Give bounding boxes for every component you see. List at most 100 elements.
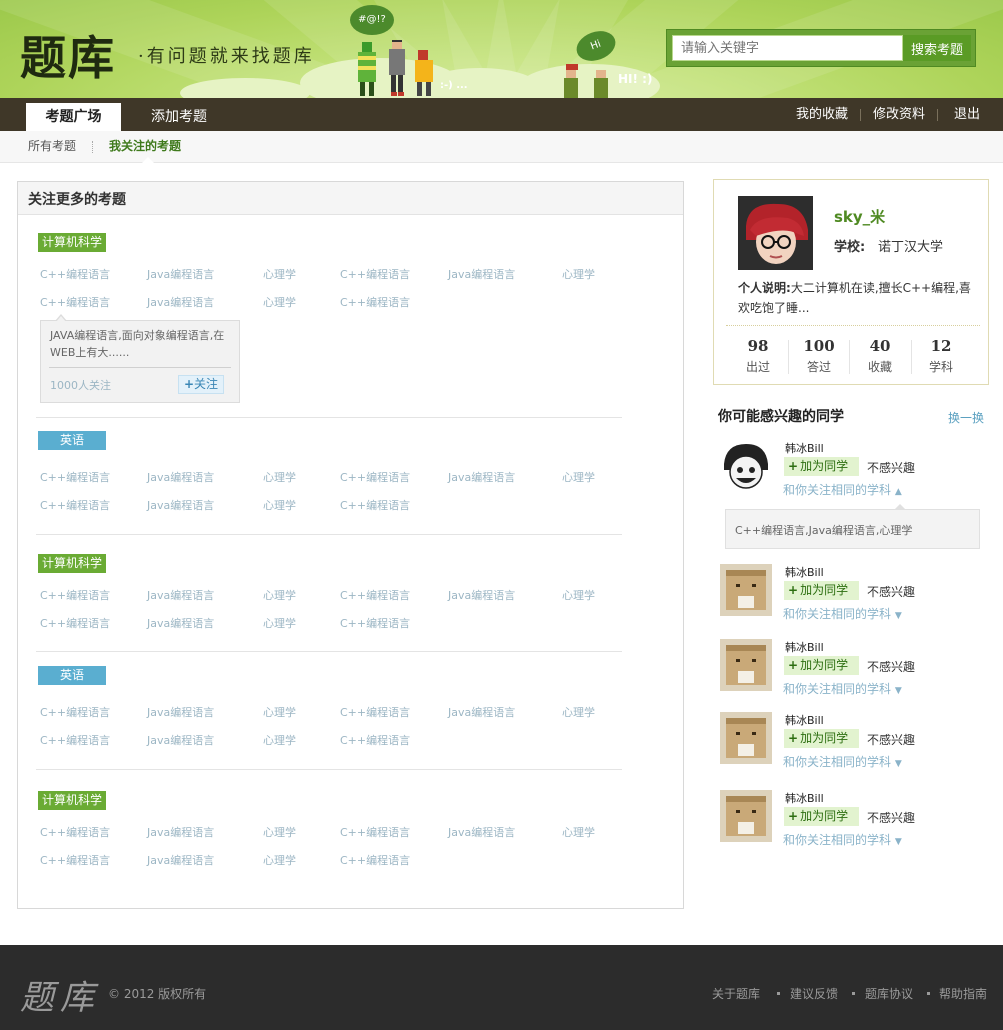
subject-link[interactable]: Java编程语言 (147, 732, 214, 748)
nav-logout[interactable]: 退出 (954, 98, 980, 131)
subject-link[interactable]: C++编程语言 (340, 615, 410, 631)
subject-link[interactable]: Java编程语言 (448, 587, 515, 603)
subject-link[interactable]: 心理学 (263, 469, 296, 485)
subject-link[interactable]: 心理学 (562, 824, 595, 840)
subject-link[interactable]: C++编程语言 (340, 704, 410, 720)
avatar[interactable] (720, 564, 772, 616)
subnav-all-questions[interactable]: 所有考题 (28, 131, 76, 161)
subject-link[interactable]: C++编程语言 (340, 824, 410, 840)
same-subject-toggle[interactable]: 和你关注相同的学科 ▲ (783, 481, 902, 498)
subject-link[interactable]: Java编程语言 (448, 704, 515, 720)
subject-link[interactable]: C++编程语言 (340, 587, 410, 603)
recommend-user-name[interactable]: 韩冰Bill (785, 564, 824, 580)
add-classmate-button[interactable]: + 加为同学 (784, 457, 859, 476)
subject-link[interactable]: 心理学 (263, 587, 296, 603)
same-subject-toggle[interactable]: 和你关注相同的学科 ▼ (783, 831, 902, 848)
subject-link[interactable]: C++编程语言 (40, 732, 110, 748)
add-classmate-button[interactable]: + 加为同学 (784, 581, 859, 600)
subject-link[interactable]: Java编程语言 (147, 469, 214, 485)
avatar[interactable] (720, 790, 772, 842)
subject-link[interactable]: 心理学 (263, 294, 296, 310)
follow-button[interactable]: +关注 (178, 375, 224, 394)
nav-edit-profile[interactable]: 修改资料 (873, 98, 925, 131)
subject-link[interactable]: C++编程语言 (340, 469, 410, 485)
subject-link[interactable]: C++编程语言 (340, 266, 410, 282)
search-button[interactable]: 搜索考题 (903, 35, 971, 61)
same-subject-toggle[interactable]: 和你关注相同的学科 ▼ (783, 680, 902, 697)
site-logo[interactable]: 题库 (20, 22, 116, 88)
subject-link[interactable]: 心理学 (562, 587, 595, 603)
refresh-link[interactable]: 换一换 (948, 409, 984, 426)
footer-link-feedback[interactable]: 建议反馈 (790, 985, 838, 1002)
not-interested-link[interactable]: 不感兴趣 (867, 459, 915, 476)
avatar[interactable] (720, 639, 772, 691)
profile-username[interactable]: sky_米 (834, 206, 885, 227)
category-tag[interactable]: 英语 (38, 431, 106, 450)
recommend-user-name[interactable]: 韩冰Bill (785, 790, 824, 806)
avatar[interactable] (720, 712, 772, 764)
subject-link[interactable]: 心理学 (263, 732, 296, 748)
not-interested-link[interactable]: 不感兴趣 (867, 583, 915, 600)
subject-link[interactable]: 心理学 (263, 824, 296, 840)
category-tag[interactable]: 计算机科学 (38, 554, 106, 573)
subject-link[interactable]: Java编程语言 (147, 497, 214, 513)
not-interested-link[interactable]: 不感兴趣 (867, 658, 915, 675)
same-subject-toggle[interactable]: 和你关注相同的学科 ▼ (783, 605, 902, 622)
subject-link[interactable]: C++编程语言 (40, 497, 110, 513)
subject-link[interactable]: 心理学 (263, 497, 296, 513)
subject-link[interactable]: C++编程语言 (40, 587, 110, 603)
stat-subjects[interactable]: 12 学科 (911, 337, 971, 375)
stat-favorites[interactable]: 40 收藏 (850, 337, 910, 375)
subject-link[interactable]: C++编程语言 (340, 294, 410, 310)
subject-link[interactable]: Java编程语言 (147, 824, 214, 840)
subject-link[interactable]: C++编程语言 (40, 294, 110, 310)
subject-link[interactable]: Java编程语言 (448, 469, 515, 485)
subject-link[interactable]: 心理学 (562, 266, 595, 282)
stat-answered[interactable]: 100 答过 (789, 337, 849, 375)
subject-link[interactable]: 心理学 (562, 704, 595, 720)
recommend-user-name[interactable]: 韩冰Bill (785, 639, 824, 655)
subject-link[interactable]: 心理学 (263, 704, 296, 720)
subject-link[interactable]: Java编程语言 (147, 266, 214, 282)
subject-link[interactable]: C++编程语言 (40, 852, 110, 868)
recommend-user-name[interactable]: 韩冰Bill (785, 712, 824, 728)
subject-link[interactable]: Java编程语言 (147, 615, 214, 631)
footer-link-agreement[interactable]: 题库协议 (865, 985, 913, 1002)
subject-link[interactable]: Java编程语言 (448, 266, 515, 282)
subject-link[interactable]: Java编程语言 (147, 294, 214, 310)
subject-link[interactable]: C++编程语言 (40, 266, 110, 282)
footer-link-about[interactable]: 关于题库 (712, 985, 760, 1002)
subject-link[interactable]: Java编程语言 (147, 587, 214, 603)
subject-link[interactable]: 心理学 (562, 469, 595, 485)
add-classmate-button[interactable]: + 加为同学 (784, 807, 859, 826)
subject-link[interactable]: Java编程语言 (147, 704, 214, 720)
add-classmate-button[interactable]: + 加为同学 (784, 729, 859, 748)
subject-link[interactable]: C++编程语言 (340, 497, 410, 513)
recommend-user-name[interactable]: 韩冰Bill (785, 440, 824, 456)
subject-link[interactable]: C++编程语言 (340, 852, 410, 868)
category-tag[interactable]: 计算机科学 (38, 233, 106, 252)
subject-link[interactable]: C++编程语言 (40, 469, 110, 485)
subject-link[interactable]: C++编程语言 (40, 615, 110, 631)
footer-logo[interactable]: 题库 (20, 970, 100, 1019)
category-tag[interactable]: 英语 (38, 666, 106, 685)
subject-link[interactable]: Java编程语言 (448, 824, 515, 840)
avatar[interactable] (720, 440, 772, 492)
subject-link[interactable]: C++编程语言 (340, 732, 410, 748)
subject-link[interactable]: 心理学 (263, 852, 296, 868)
footer-link-help[interactable]: 帮助指南 (939, 985, 987, 1002)
add-classmate-button[interactable]: + 加为同学 (784, 656, 859, 675)
search-input[interactable] (672, 35, 903, 61)
tab-question-square[interactable]: 考题广场 (26, 103, 121, 131)
stat-created[interactable]: 98 出过 (728, 337, 788, 375)
avatar[interactable] (738, 196, 813, 270)
not-interested-link[interactable]: 不感兴趣 (867, 731, 915, 748)
subject-link[interactable]: C++编程语言 (40, 704, 110, 720)
nav-my-favorites[interactable]: 我的收藏 (796, 98, 848, 131)
subject-link[interactable]: Java编程语言 (147, 852, 214, 868)
tab-add-question[interactable]: 添加考题 (136, 103, 222, 131)
subject-link[interactable]: C++编程语言 (40, 824, 110, 840)
subject-link[interactable]: 心理学 (263, 266, 296, 282)
same-subject-toggle[interactable]: 和你关注相同的学科 ▼ (783, 753, 902, 770)
category-tag[interactable]: 计算机科学 (38, 791, 106, 810)
